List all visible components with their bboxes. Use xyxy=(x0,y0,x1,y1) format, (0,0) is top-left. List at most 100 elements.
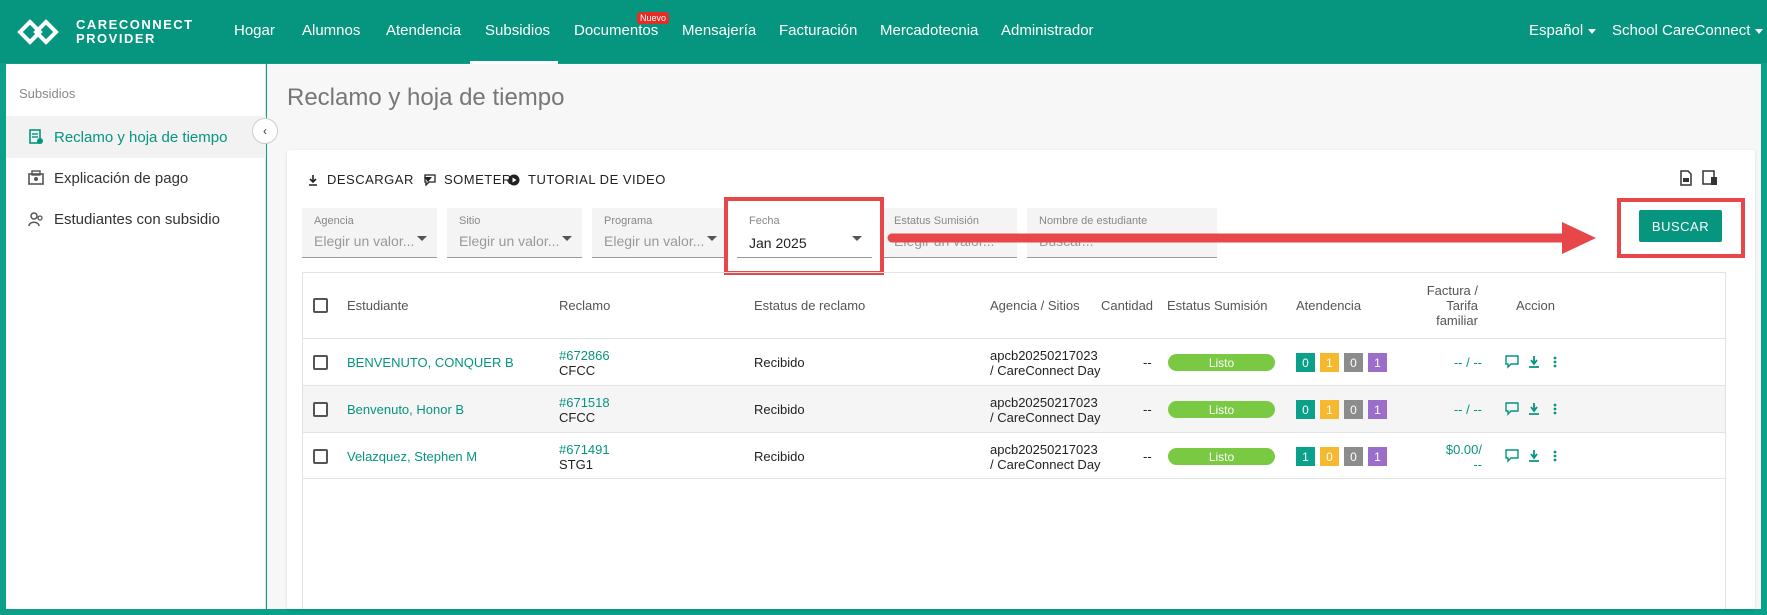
attendance-badge: 0 xyxy=(1344,447,1363,466)
agency-site: / CareConnect Day xyxy=(990,410,1101,425)
row-checkbox[interactable] xyxy=(313,355,328,370)
sidebar-item-label: Estudiantes con subsidio xyxy=(54,210,220,228)
payment-icon xyxy=(28,170,44,185)
nav-facturacion[interactable]: Facturación xyxy=(779,22,857,39)
student-name-link[interactable]: Velazquez, Stephen M xyxy=(347,449,477,464)
table-row[interactable]: Velazquez, Stephen M #671491 STG1 Recibi… xyxy=(303,432,1725,479)
invoice-value[interactable]: -- / -- xyxy=(1438,355,1482,370)
play-icon xyxy=(508,174,520,185)
attendance-badge: 1 xyxy=(1368,400,1387,419)
claim-code: CFCC xyxy=(559,363,596,378)
attendance-badge: 0 xyxy=(1344,400,1363,419)
agency-select[interactable]: Agencia Elegir un valor... xyxy=(302,208,437,258)
select-all-checkbox[interactable] xyxy=(313,298,328,313)
top-nav: CARECONNECT PROVIDER Hogar Alumnos Atend… xyxy=(0,0,1767,64)
download-icon[interactable] xyxy=(1527,402,1541,416)
chevron-down-icon xyxy=(997,236,1007,241)
chevron-down-icon xyxy=(1755,28,1764,34)
comment-icon[interactable] xyxy=(1505,355,1519,369)
header-claim[interactable]: Reclamo xyxy=(559,273,610,338)
sidebar-item-claims[interactable]: Reclamo y hoja de tiempo xyxy=(6,116,266,158)
family-fee-value[interactable]: -- xyxy=(1433,457,1482,472)
nav-mercadotecnia[interactable]: Mercadotecnia xyxy=(880,22,978,39)
invoice-value[interactable]: -- / -- xyxy=(1438,402,1482,417)
sidebar-item-students[interactable]: Estudiantes con subsidio xyxy=(6,198,266,240)
attendance-badge: 1 xyxy=(1320,353,1339,372)
student-name-link[interactable]: Benvenuto, Honor B xyxy=(347,402,464,417)
logo-icon[interactable] xyxy=(16,18,72,46)
row-checkbox[interactable] xyxy=(313,402,328,417)
tutorial-button[interactable]: TUTORIAL DE VIDEO xyxy=(508,172,666,187)
chevron-down-icon xyxy=(1588,28,1597,34)
program-select[interactable]: Programa Elegir un valor... xyxy=(592,208,727,258)
agency-label: Agencia xyxy=(314,215,354,227)
more-vert-icon[interactable] xyxy=(1548,449,1562,463)
page-title: Reclamo y hoja de tiempo xyxy=(287,84,565,111)
table-row[interactable]: Benvenuto, Honor B #671518 CFCC Recibido… xyxy=(303,385,1725,432)
pdf-icon[interactable] xyxy=(1678,170,1694,186)
agency-value: Elegir un valor... xyxy=(314,233,414,249)
claim-code: CFCC xyxy=(559,410,596,425)
submit-button[interactable]: SOMETER xyxy=(424,172,512,187)
header-agency[interactable]: Agencia / Sitios xyxy=(990,273,1080,338)
nav-subsidios[interactable]: Subsidios xyxy=(485,22,550,39)
comment-icon[interactable] xyxy=(1505,402,1519,416)
header-invoice[interactable]: Factura / Tarifa familiar xyxy=(1408,273,1478,338)
submission-status-select[interactable]: Estatus Sumisión Elegir un valor... xyxy=(882,208,1017,258)
agency-id: apcb20250217023 xyxy=(990,442,1098,457)
header-submission-status[interactable]: Estatus Sumisión xyxy=(1167,273,1267,338)
more-vert-icon[interactable] xyxy=(1548,355,1562,369)
invoice-value[interactable]: $0.00/ xyxy=(1433,442,1482,457)
row-checkbox[interactable] xyxy=(313,449,328,464)
header-amount[interactable]: Cantidad xyxy=(1101,273,1153,338)
date-highlight-box xyxy=(724,197,884,275)
amount: -- xyxy=(1143,449,1152,464)
sidebar-item-label: Explicación de pago xyxy=(54,169,189,187)
claim-id-link[interactable]: #672866 xyxy=(559,348,610,363)
nav-administrador[interactable]: Administrador xyxy=(1001,22,1094,39)
table-row[interactable]: BENVENUTO, CONQUER B #672866 CFCC Recibi… xyxy=(303,338,1725,385)
download-icon[interactable] xyxy=(1527,449,1541,463)
claim-id-link[interactable]: #671518 xyxy=(559,395,610,410)
site-value: Elegir un valor... xyxy=(459,233,559,249)
status-badge: Listo xyxy=(1168,354,1275,371)
nav-documentos[interactable]: Documentos xyxy=(574,22,658,39)
claim-id-link[interactable]: #671491 xyxy=(559,442,610,457)
students-icon xyxy=(28,212,43,227)
amount: -- xyxy=(1143,402,1152,417)
chevron-down-icon xyxy=(562,236,572,241)
header-student[interactable]: Estudiante xyxy=(347,273,408,338)
attendance-badge: 1 xyxy=(1368,447,1387,466)
sidebar-item-payment[interactable]: Explicación de pago xyxy=(6,157,266,199)
student-name-link[interactable]: BENVENUTO, CONQUER B xyxy=(347,355,514,370)
language-selector[interactable]: Español xyxy=(1529,22,1597,39)
school-selector[interactable]: School CareConnect xyxy=(1612,22,1764,39)
program-label: Programa xyxy=(604,215,653,227)
mobile-doc-icon[interactable] xyxy=(1702,170,1718,186)
nav-alumnos[interactable]: Alumnos xyxy=(302,22,360,39)
attendance-badge: 0 xyxy=(1344,353,1363,372)
claims-table: Estudiante Reclamo Estatus de reclamo Ag… xyxy=(302,272,1726,609)
student-name-input[interactable]: Nombre de estudiante Buscar... xyxy=(1027,208,1217,258)
nav-hogar[interactable]: Hogar xyxy=(234,22,275,39)
attendance-badge: 0 xyxy=(1296,353,1315,372)
nav-atendencia[interactable]: Atendencia xyxy=(386,22,461,39)
download-button[interactable]: DESCARGAR xyxy=(307,172,432,187)
amount: -- xyxy=(1143,355,1152,370)
header-attendance[interactable]: Atendencia xyxy=(1296,273,1361,338)
claim-status: Recibido xyxy=(754,449,805,464)
header-claim-status[interactable]: Estatus de reclamo xyxy=(754,273,865,338)
claim-status: Recibido xyxy=(754,402,805,417)
sidebar-collapse-button[interactable]: ‹ xyxy=(252,118,278,144)
comment-icon[interactable] xyxy=(1505,449,1519,463)
attendance-badge: 1 xyxy=(1320,400,1339,419)
sidebar-title: Subsidios xyxy=(19,86,76,101)
nav-mensajeria[interactable]: Mensajería xyxy=(682,22,756,39)
brand-name: CARECONNECT PROVIDER xyxy=(76,17,194,46)
agency-id: apcb20250217023 xyxy=(990,395,1098,410)
more-vert-icon[interactable] xyxy=(1548,402,1562,416)
download-icon[interactable] xyxy=(1527,355,1541,369)
program-value: Elegir un valor... xyxy=(604,233,704,249)
site-select[interactable]: Sitio Elegir un valor... xyxy=(447,208,582,258)
attendance-badge: 1 xyxy=(1296,447,1315,466)
